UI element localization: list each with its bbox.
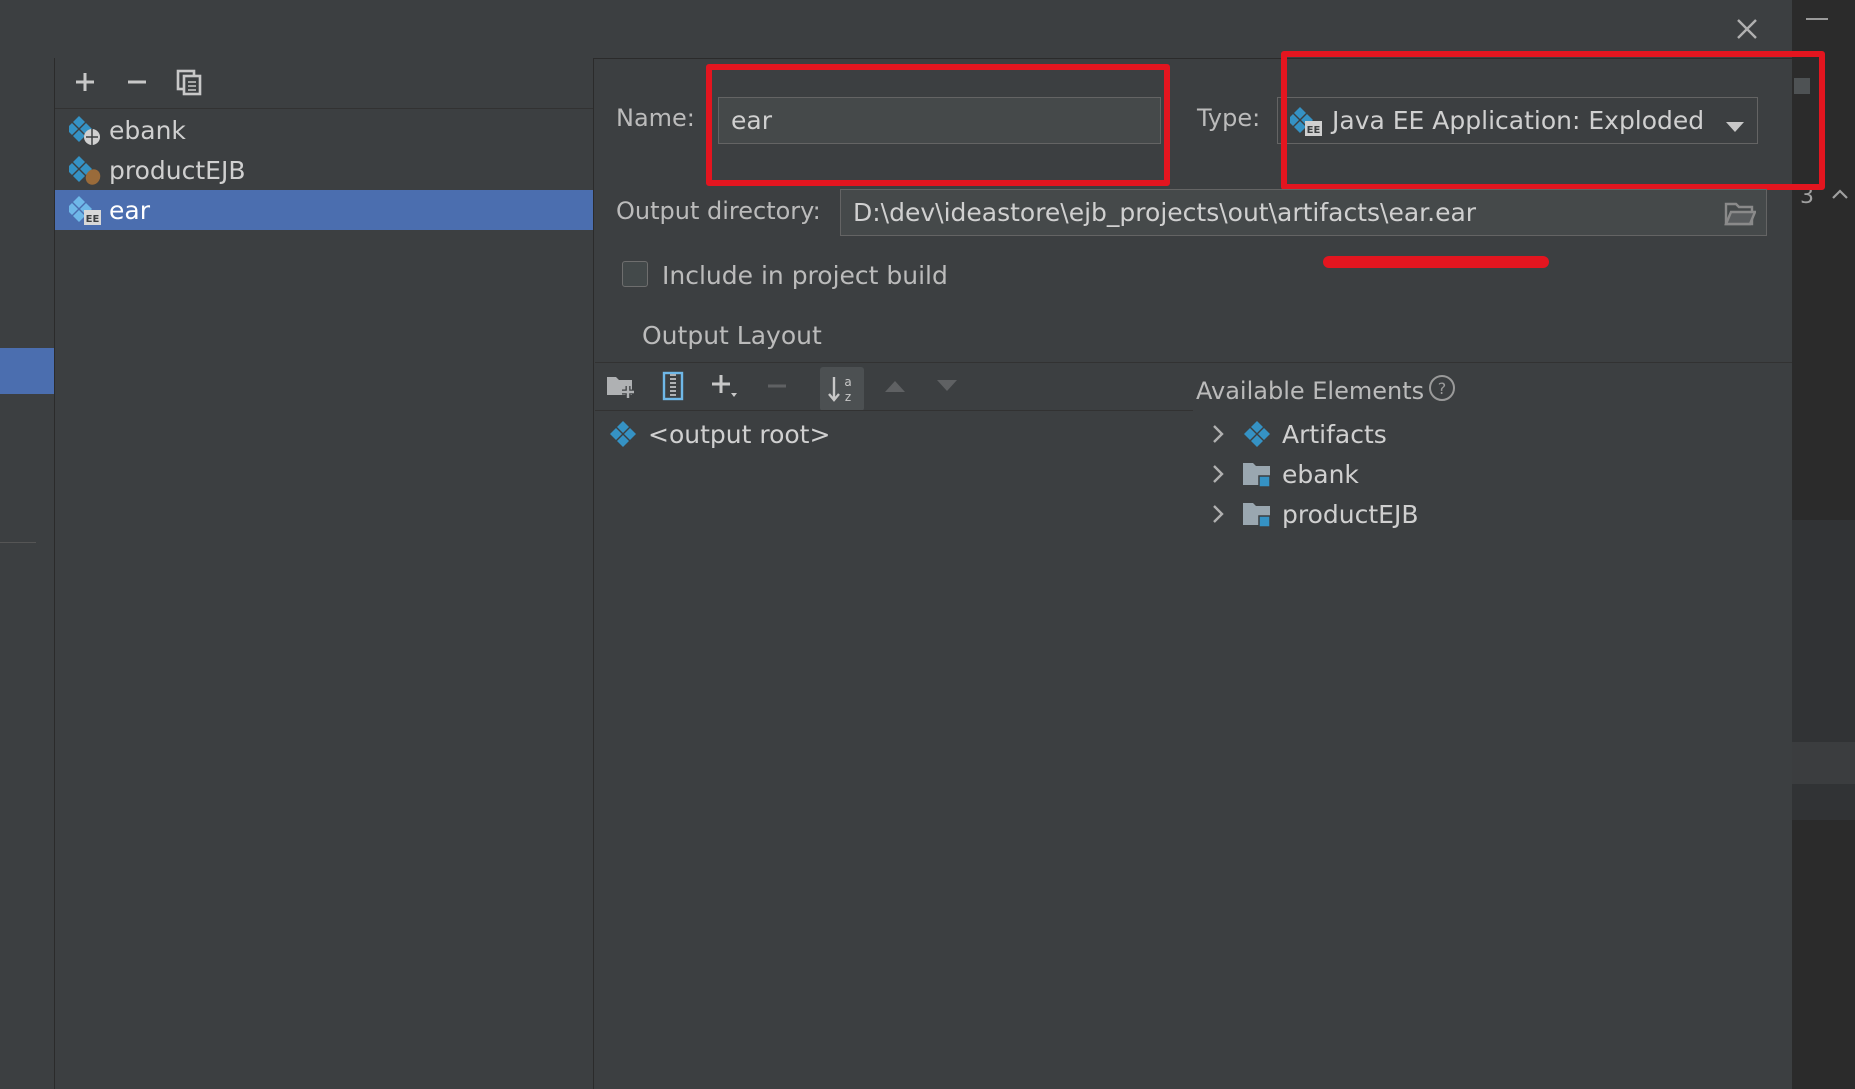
available-item-ebank[interactable]: ebank [1206, 454, 1359, 494]
artifact-item-label: ear [109, 195, 150, 225]
ejb-artifact-icon [66, 153, 103, 187]
help-icon[interactable]: ? [1428, 374, 1456, 408]
folder-browse-icon[interactable] [1724, 198, 1757, 234]
artifact-root-icon [606, 417, 640, 451]
background-line-number: 3 [1800, 184, 1814, 209]
artifact-item-label: productEJB [109, 155, 246, 185]
copy-icon [176, 69, 202, 96]
available-item-label: ebank [1282, 459, 1359, 489]
artifact-item-ebank[interactable]: ebank [55, 110, 593, 150]
output-layout-title: Output Layout [642, 321, 822, 350]
chevron-right-icon[interactable] [1206, 422, 1230, 446]
move-down-button[interactable] [930, 369, 964, 403]
selected-category[interactable] [0, 348, 54, 394]
remove-icon [768, 384, 786, 388]
archive-icon [662, 371, 684, 401]
module-folder-icon [1240, 497, 1274, 531]
name-label: Name: [616, 104, 695, 132]
create-archive-button[interactable] [656, 369, 690, 403]
available-item-artifacts[interactable]: Artifacts [1206, 414, 1387, 454]
chevron-right-icon[interactable] [1206, 462, 1230, 486]
copy-artifact-button[interactable] [172, 65, 206, 99]
chevron-right-icon[interactable] [1206, 502, 1230, 526]
artifact-item-label: ebank [109, 115, 186, 145]
minus-icon [128, 80, 146, 84]
close-icon[interactable] [1730, 12, 1764, 46]
module-folder-icon [1240, 457, 1274, 491]
minimize-icon[interactable] [1806, 18, 1828, 20]
category-divider [0, 542, 36, 543]
new-folder-icon [607, 377, 634, 398]
output-root-label: <output root> [648, 419, 831, 449]
available-item-label: productEJB [1282, 499, 1419, 529]
move-up-icon [885, 381, 905, 392]
annotation-underline [1323, 256, 1549, 268]
caret-up-icon [1830, 182, 1850, 206]
sort-elements-button[interactable]: a z [820, 367, 864, 411]
artifact-list-toolbar [55, 58, 593, 109]
add-icon [712, 375, 737, 397]
remove-element-button[interactable] [760, 369, 794, 403]
settings-category-strip [0, 58, 55, 1089]
remove-artifact-button[interactable] [120, 65, 154, 99]
stop-icon [1794, 78, 1810, 94]
available-elements-title: Available Elements [1196, 377, 1425, 405]
chevron-down-icon [1725, 112, 1745, 141]
svg-text:EE: EE [1307, 125, 1321, 136]
layout-toolbar-border [595, 410, 1193, 411]
background-stripe [1792, 742, 1855, 784]
output-directory-input[interactable]: D:\dev\ideastore\ejb_projects\out\artifa… [840, 189, 1767, 236]
move-up-button[interactable] [878, 369, 912, 403]
name-input-value: ear [731, 106, 772, 135]
output-root-node[interactable]: <output root> [606, 414, 830, 454]
svg-text:EE: EE [86, 214, 100, 225]
svg-text:z: z [845, 390, 851, 404]
web-artifact-icon [66, 113, 103, 147]
svg-text:?: ? [1438, 379, 1447, 398]
artifacts-icon [1240, 417, 1274, 451]
type-label: Type: [1197, 104, 1261, 132]
name-input[interactable]: ear [718, 97, 1161, 144]
available-elements-header: Available Elements ? [1196, 374, 1456, 408]
type-dropdown-value: Java EE Application: Exploded [1332, 106, 1705, 135]
include-in-build-label: Include in project build [662, 261, 948, 290]
include-in-build-checkbox[interactable] [622, 261, 648, 287]
artifact-item-ear[interactable]: EE ear [55, 190, 593, 230]
output-directory-label: Output directory: [616, 197, 821, 225]
add-artifact-button[interactable] [68, 65, 102, 99]
new-folder-button[interactable] [604, 369, 638, 403]
sort-icon: a z [828, 375, 852, 404]
javaee-artifact-icon: EE [66, 193, 103, 227]
output-layout-divider [595, 362, 1792, 363]
output-directory-value: D:\dev\ideastore\ejb_projects\out\artifa… [853, 198, 1477, 227]
type-dropdown[interactable]: EE Java EE Application: Exploded [1277, 97, 1758, 144]
javaee-artifact-icon: EE [1287, 104, 1324, 138]
available-item-label: Artifacts [1282, 419, 1387, 449]
move-down-icon [937, 380, 957, 391]
add-element-button[interactable] [708, 369, 742, 403]
svg-text:a: a [844, 375, 851, 389]
dialog-title-bar [0, 0, 1792, 59]
available-item-productejb[interactable]: productEJB [1206, 494, 1418, 534]
plus-icon [76, 73, 94, 91]
artifact-item-productejb[interactable]: productEJB [55, 150, 593, 190]
